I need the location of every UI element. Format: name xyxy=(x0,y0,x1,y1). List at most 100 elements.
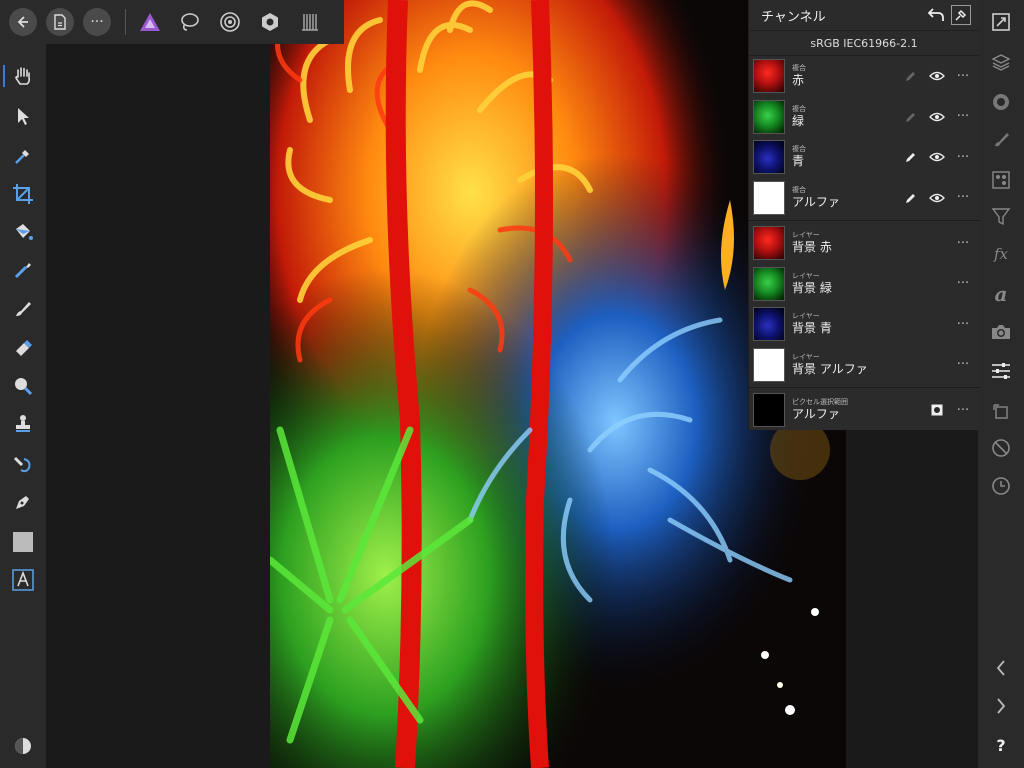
rectangle-tool[interactable] xyxy=(9,528,37,556)
color-button[interactable] xyxy=(987,88,1015,116)
visibility-toggle[interactable] xyxy=(927,108,947,126)
develop-persona-button[interactable] xyxy=(216,8,244,36)
channel-row-layer-red[interactable]: レイヤー 背景 赤 ··· xyxy=(749,223,979,264)
tools-panel xyxy=(0,44,46,768)
layers-button[interactable] xyxy=(987,48,1015,76)
channel-more-button[interactable]: ··· xyxy=(953,401,973,419)
visibility-toggle[interactable] xyxy=(927,67,947,85)
snapshots-button[interactable] xyxy=(987,472,1015,500)
selection-brush-tool[interactable] xyxy=(9,256,37,284)
filters-button[interactable] xyxy=(987,202,1015,230)
channel-type-label: 複合 xyxy=(792,185,806,194)
no-entry-icon xyxy=(992,439,1010,457)
swatches-button[interactable] xyxy=(987,166,1015,194)
studio-bar: fx a ? xyxy=(978,0,1024,768)
panel-header: チャンネル xyxy=(749,0,979,31)
export-persona-button[interactable] xyxy=(296,8,324,36)
channel-row-pixel-selection[interactable]: ピクセル選択範囲 アルファ ··· xyxy=(749,390,979,431)
history-button[interactable] xyxy=(987,434,1015,462)
channel-type-label: 複合 xyxy=(792,104,806,113)
dodge-icon xyxy=(15,378,33,396)
undo-button[interactable] xyxy=(925,4,947,26)
mask-toggle-button[interactable] xyxy=(927,401,947,419)
channel-type-label: ピクセル選択範囲 xyxy=(792,398,848,407)
text-styles-button[interactable]: a xyxy=(987,280,1015,308)
toolbar-separator xyxy=(125,9,126,35)
edit-channel-button[interactable] xyxy=(901,67,921,85)
rectangle-icon xyxy=(13,532,33,552)
quick-mask-button[interactable] xyxy=(9,732,37,760)
edit-channel-button[interactable] xyxy=(901,189,921,207)
panel-title: チャンネル xyxy=(761,9,826,25)
crop-tool[interactable] xyxy=(9,180,37,208)
text-style-icon: a xyxy=(994,282,1008,306)
help-button[interactable]: ? xyxy=(987,731,1015,759)
top-toolbar: ··· xyxy=(0,0,344,44)
edit-channel-button[interactable] xyxy=(901,108,921,126)
pencil-icon xyxy=(906,72,915,82)
channel-more-button[interactable]: ··· xyxy=(953,275,973,293)
channel-more-button[interactable]: ··· xyxy=(953,234,973,252)
channel-more-button[interactable]: ··· xyxy=(953,108,973,126)
stock-button[interactable] xyxy=(987,318,1015,346)
brushes-button[interactable] xyxy=(987,126,1015,154)
document-button[interactable] xyxy=(46,8,74,36)
adjustments-button[interactable] xyxy=(987,357,1015,385)
healing-tool[interactable] xyxy=(9,450,37,478)
channel-more-button[interactable]: ··· xyxy=(953,356,973,374)
channel-row-layer-alpha[interactable]: レイヤー 背景 アルファ ··· xyxy=(749,345,979,386)
channel-more-button[interactable]: ··· xyxy=(953,189,973,207)
layers-icon xyxy=(991,54,1011,71)
pencil-icon xyxy=(906,193,915,203)
channel-row-layer-green[interactable]: レイヤー 背景 緑 ··· xyxy=(749,264,979,305)
artistic-text-tool[interactable] xyxy=(9,566,37,594)
mask-icon xyxy=(931,404,943,416)
tone-mapping-persona-button[interactable] xyxy=(256,8,284,36)
previous-button[interactable] xyxy=(987,654,1015,682)
visibility-toggle[interactable] xyxy=(927,148,947,166)
channel-name: 背景 緑 xyxy=(792,280,832,295)
pin-icon xyxy=(955,9,967,21)
move-tool[interactable] xyxy=(9,102,37,130)
hand-tool[interactable] xyxy=(3,62,37,90)
channel-more-button[interactable]: ··· xyxy=(953,148,973,166)
pen-nib-icon xyxy=(16,496,29,509)
liquify-persona-button[interactable] xyxy=(176,8,204,36)
channel-thumbnail xyxy=(753,140,785,175)
channel-thumbnail xyxy=(753,393,785,428)
selection-brush-icon xyxy=(14,263,31,279)
channel-row-composite-alpha[interactable]: 複合 アルファ ··· xyxy=(749,178,979,219)
channel-row-composite-blue[interactable]: 複合青 ··· xyxy=(749,137,979,178)
channel-row-composite-green[interactable]: 複合緑 ··· xyxy=(749,97,979,138)
next-button[interactable] xyxy=(987,692,1015,720)
pencil-icon xyxy=(906,153,915,163)
channel-row-composite-red[interactable]: 複合赤 ··· xyxy=(749,56,979,97)
transform-button[interactable] xyxy=(987,398,1015,426)
photo-persona-button[interactable] xyxy=(136,8,164,36)
color-picker-tool[interactable] xyxy=(9,142,37,170)
pin-button[interactable] xyxy=(951,5,971,25)
erase-brush-tool[interactable] xyxy=(9,333,37,361)
edit-channel-button[interactable] xyxy=(901,148,921,166)
channel-more-button[interactable]: ··· xyxy=(953,67,973,85)
healing-brush-icon xyxy=(13,456,31,473)
channel-name: 青 xyxy=(792,154,805,169)
more-button[interactable]: ··· xyxy=(83,8,111,36)
chevron-right-icon xyxy=(997,698,1006,714)
dodge-burn-tool[interactable] xyxy=(9,372,37,400)
channel-row-layer-blue[interactable]: レイヤー 背景 青 ··· xyxy=(749,304,979,345)
paint-brush-tool[interactable] xyxy=(9,295,37,323)
back-button[interactable] xyxy=(9,8,37,36)
text-frame-icon xyxy=(12,569,34,591)
pen-tool[interactable] xyxy=(9,488,37,516)
visibility-toggle[interactable] xyxy=(927,189,947,207)
effects-button[interactable]: fx xyxy=(987,240,1015,268)
clone-tool[interactable] xyxy=(9,410,37,438)
channel-name: 背景 青 xyxy=(792,321,832,336)
channel-more-button[interactable]: ··· xyxy=(953,315,973,333)
navigator-button[interactable] xyxy=(987,8,1015,36)
section-divider xyxy=(749,387,979,388)
flood-fill-tool[interactable] xyxy=(9,218,37,246)
channel-type-label: レイヤー xyxy=(792,231,820,240)
develop-persona-icon xyxy=(220,12,240,32)
